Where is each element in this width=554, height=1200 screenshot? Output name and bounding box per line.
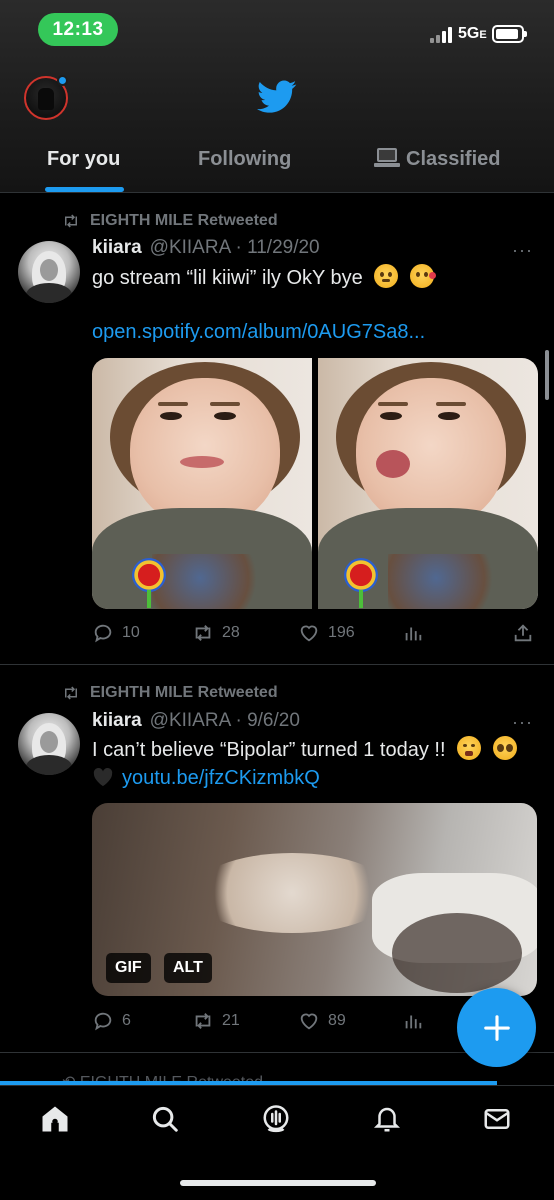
author-avatar[interactable] <box>18 713 80 775</box>
retweeted-label: Retweeted <box>197 212 278 229</box>
pleading-face-emoji <box>492 736 517 760</box>
reply-icon <box>94 624 112 643</box>
messages-icon <box>484 1109 510 1129</box>
analytics-icon <box>405 627 422 641</box>
tweet-text: I can’t believe “Bipolar” turned 1 today… <box>92 736 517 764</box>
home-indicator[interactable] <box>180 1180 376 1186</box>
gif-badge: GIF <box>106 953 151 983</box>
views-button[interactable] <box>402 620 432 646</box>
nav-home[interactable] <box>38 1102 72 1136</box>
search-icon <box>152 1106 178 1132</box>
like-count: 196 <box>328 624 355 641</box>
reply-button[interactable]: 6 <box>92 1008 131 1034</box>
alt-text-badge[interactable]: ALT <box>164 953 212 983</box>
author-handle-date[interactable]: @KIIARA · 9/6/20 <box>150 710 300 732</box>
tweet-photo-1[interactable] <box>92 358 312 609</box>
home-icon <box>42 1106 68 1132</box>
tweet-link[interactable]: open.spotify.com/album/0AUG7Sa8... <box>92 318 425 346</box>
battery-icon <box>492 25 527 43</box>
retweet-button[interactable]: 21 <box>192 1008 240 1034</box>
retweeted-label: Retweeted <box>197 684 278 701</box>
compose-tweet-button[interactable] <box>457 988 536 1067</box>
like-button[interactable]: 196 <box>298 620 355 646</box>
tab-classified-label: Classified <box>406 148 501 170</box>
reply-button[interactable]: 10 <box>92 620 140 646</box>
retweet-context: EIGHTH MILE Retweeted <box>62 210 278 232</box>
status-bar: 12:13 5GE <box>0 0 554 62</box>
tweet-header: kiiara @KIIARA · 11/29/20 <box>92 234 320 262</box>
retweet-context: EIGHTH MILE Retweeted <box>62 682 278 704</box>
retweet-icon <box>195 1013 211 1029</box>
retweet-icon <box>65 214 77 228</box>
analytics-icon <box>405 1015 422 1029</box>
laptop-icon <box>374 148 400 168</box>
author-display-name[interactable]: kiiara <box>92 237 142 259</box>
retweet-icon <box>65 686 77 700</box>
tweet-divider <box>0 664 554 665</box>
nav-search[interactable] <box>148 1102 182 1136</box>
tweet-gif[interactable]: GIF ALT <box>92 803 537 996</box>
scrollbar[interactable] <box>545 350 549 400</box>
timeline-tabs: For you Following Classified <box>0 140 554 192</box>
tab-following[interactable]: Following <box>198 148 291 171</box>
share-button[interactable] <box>512 620 542 646</box>
nav-spaces[interactable] <box>259 1102 293 1136</box>
face-blowing-kiss-emoji <box>409 264 436 288</box>
network-label: 5GE <box>458 25 487 42</box>
retweet-count: 21 <box>222 1012 240 1029</box>
notifications-icon <box>373 1107 401 1132</box>
tweet-header: kiiara @KIIARA · 9/6/20 <box>92 707 300 735</box>
more-options-icon[interactable]: ··· <box>512 240 533 261</box>
tweet-text-body: go stream “lil kiiwi” ily OkY bye <box>92 267 363 289</box>
reply-icon <box>94 1012 112 1031</box>
tweet-actions: 10 28 196 <box>92 620 542 646</box>
tab-classified[interactable]: Classified <box>374 148 500 171</box>
tweet-text-line-2: youtu.be/jfzCKizmbkQ <box>92 764 320 792</box>
tabs-divider <box>0 192 554 193</box>
like-button[interactable]: 89 <box>298 1008 346 1034</box>
plus-icon <box>483 1014 510 1041</box>
notification-dot <box>57 75 68 86</box>
tweet-text: go stream “lil kiiwi” ily OkY bye <box>92 264 436 292</box>
hugging-face-emoji <box>374 264 399 288</box>
share-icon <box>514 624 532 642</box>
tab-for-you[interactable]: For you <box>47 148 120 171</box>
retweeter-name[interactable]: EIGHTH MILE <box>90 684 193 702</box>
reply-count: 6 <box>122 1012 131 1029</box>
author-avatar[interactable] <box>18 241 80 303</box>
tweet-link[interactable]: youtu.be/jfzCKizmbkQ <box>122 767 320 789</box>
heart-icon <box>300 1013 318 1030</box>
spaces-icon <box>263 1105 289 1133</box>
tweet-photo-2[interactable] <box>318 358 538 609</box>
status-time: 12:13 <box>38 13 118 46</box>
nav-messages[interactable] <box>480 1102 514 1136</box>
retweeter-name[interactable]: EIGHTH MILE <box>90 212 193 230</box>
retweet-icon <box>195 625 211 641</box>
author-handle-date[interactable]: @KIIARA · 11/29/20 <box>150 237 320 259</box>
retweet-count: 28 <box>222 624 240 641</box>
retweet-button[interactable]: 28 <box>192 620 240 646</box>
author-display-name[interactable]: kiiara <box>92 710 142 732</box>
weary-face-emoji <box>457 736 482 760</box>
tweet-text-body: I can’t believe “Bipolar” turned 1 today… <box>92 739 446 761</box>
twitter-bird-icon <box>257 80 297 113</box>
nav-notifications[interactable] <box>370 1102 404 1136</box>
black-heart-emoji <box>93 767 113 787</box>
reply-count: 10 <box>122 624 140 641</box>
more-options-icon[interactable]: ··· <box>512 712 533 733</box>
signal-icon <box>430 27 454 43</box>
like-count: 89 <box>328 1012 346 1029</box>
heart-icon <box>300 625 318 642</box>
views-button[interactable] <box>402 1008 432 1034</box>
